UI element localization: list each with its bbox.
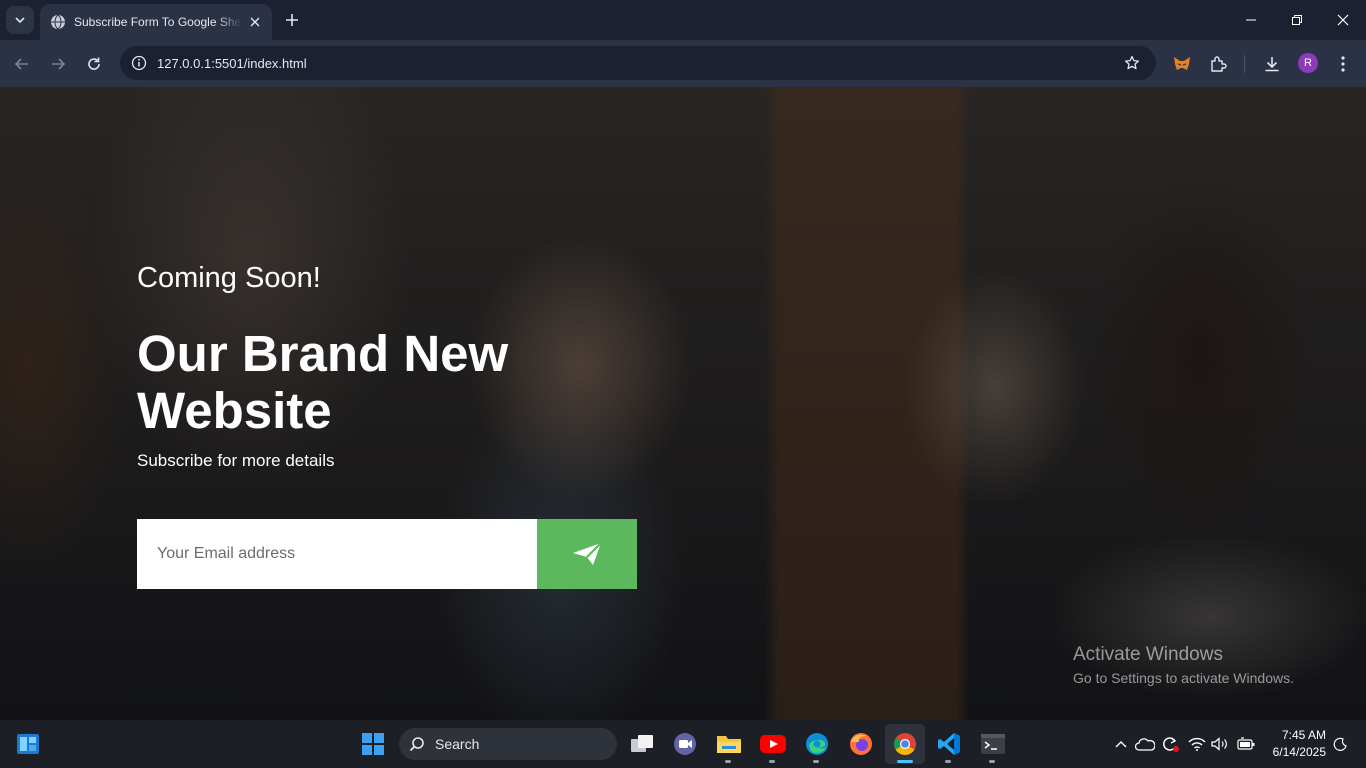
clock-time: 7:45 AM: [1281, 728, 1326, 742]
coming-soon-text: Coming Soon!: [137, 262, 321, 294]
running-indicator: [813, 760, 819, 763]
browser-tab-bar: Subscribe Form To Google Sheet: [0, 0, 1366, 40]
meet-icon: [674, 733, 696, 755]
taskbar-search[interactable]: Search: [399, 728, 617, 760]
sync-alert-icon[interactable]: [1160, 734, 1180, 754]
clock-date: 6/14/2025: [1272, 745, 1326, 759]
widgets-button[interactable]: [8, 724, 48, 764]
running-indicator: [769, 760, 775, 763]
tray-overflow-chevron-icon[interactable]: [1111, 734, 1131, 754]
browser-toolbar: 127.0.0.1:5501/index.html: [0, 40, 1366, 87]
new-tab-button[interactable]: [280, 8, 304, 32]
battery-icon[interactable]: [1236, 734, 1256, 754]
arrow-right-icon: [52, 58, 66, 70]
chrome-icon: [894, 733, 916, 755]
browser-menu-icon[interactable]: [1330, 51, 1356, 77]
restore-icon: [1292, 15, 1302, 25]
profile-avatar[interactable]: R: [1298, 53, 1318, 73]
toolbar-separator: [1244, 55, 1245, 73]
running-indicator: [897, 760, 913, 763]
browser-tab[interactable]: Subscribe Form To Google Sheet: [40, 4, 272, 40]
file-explorer-icon: [717, 736, 741, 753]
page-viewport: Coming Soon! Our Brand New Website Subsc…: [0, 87, 1366, 720]
start-icon: [362, 733, 384, 755]
taskbar-clock[interactable]: 7:45 AM 6/14/2025: [1258, 727, 1326, 761]
metamask-extension-icon[interactable]: [1169, 51, 1195, 77]
running-indicator: [725, 760, 731, 763]
chevron-down-icon: [15, 17, 25, 24]
edge-app[interactable]: [797, 724, 837, 764]
firefox-icon: [850, 733, 872, 755]
widgets-icon: [17, 734, 39, 754]
reload-button[interactable]: [80, 50, 108, 78]
activate-windows-subtitle: Go to Settings to activate Windows.: [1073, 670, 1294, 686]
hero-title: Our Brand New Website: [137, 325, 509, 439]
search-label: Search: [435, 736, 480, 752]
running-indicator: [945, 760, 951, 763]
notifications-icon[interactable]: [1330, 734, 1350, 754]
restore-button[interactable]: [1274, 0, 1320, 40]
close-window-button[interactable]: [1320, 0, 1366, 40]
reload-icon: [88, 57, 100, 70]
address-bar[interactable]: 127.0.0.1:5501/index.html: [120, 46, 1156, 80]
terminal-app[interactable]: [973, 724, 1013, 764]
downloads-icon[interactable]: [1259, 51, 1285, 77]
edge-icon: [806, 733, 828, 755]
plus-icon: [286, 14, 298, 26]
subscribe-submit-button[interactable]: [537, 519, 637, 589]
close-icon: [1337, 14, 1349, 26]
meet-app[interactable]: [665, 724, 705, 764]
task-view-icon: [631, 735, 653, 752]
email-input[interactable]: [137, 519, 537, 589]
forward-button[interactable]: [44, 50, 72, 78]
extensions-puzzle-icon[interactable]: [1205, 51, 1231, 77]
start-button[interactable]: [353, 724, 393, 764]
running-indicator: [989, 760, 995, 763]
back-button[interactable]: [8, 50, 36, 78]
chrome-app[interactable]: [885, 724, 925, 764]
wifi-icon[interactable]: [1187, 734, 1207, 754]
tab-title: Subscribe Form To Google Sheet: [74, 15, 242, 29]
taskbar: Search 7:45 AM 6/14/2025: [0, 720, 1366, 768]
minimize-button[interactable]: [1228, 0, 1274, 40]
terminal-icon: [981, 734, 1005, 754]
activate-windows-watermark: Activate Windows Go to Settings to activ…: [1073, 644, 1294, 686]
onedrive-icon[interactable]: [1135, 734, 1155, 754]
youtube-icon: [760, 735, 786, 753]
arrow-left-icon: [14, 58, 28, 70]
url-text[interactable]: 127.0.0.1:5501/index.html: [157, 56, 307, 71]
vscode-icon: [938, 733, 960, 755]
tab-close-icon[interactable]: [246, 13, 264, 31]
file-explorer-app[interactable]: [709, 724, 749, 764]
hero-subtitle: Subscribe for more details: [137, 451, 335, 470]
search-icon: [409, 737, 424, 752]
vscode-app[interactable]: [929, 724, 969, 764]
firefox-app[interactable]: [841, 724, 881, 764]
minimize-icon: [1246, 19, 1256, 21]
globe-icon: [50, 14, 66, 30]
subscribe-form: [137, 519, 637, 589]
volume-icon[interactable]: [1210, 734, 1230, 754]
paper-plane-icon: [573, 542, 602, 565]
bookmark-star-icon[interactable]: [1122, 53, 1142, 73]
tab-search-button[interactable]: [6, 6, 34, 34]
activate-windows-title: Activate Windows: [1073, 644, 1223, 665]
youtube-app[interactable]: [753, 724, 793, 764]
task-view-button[interactable]: [622, 724, 662, 764]
site-info-icon[interactable]: [130, 54, 148, 72]
